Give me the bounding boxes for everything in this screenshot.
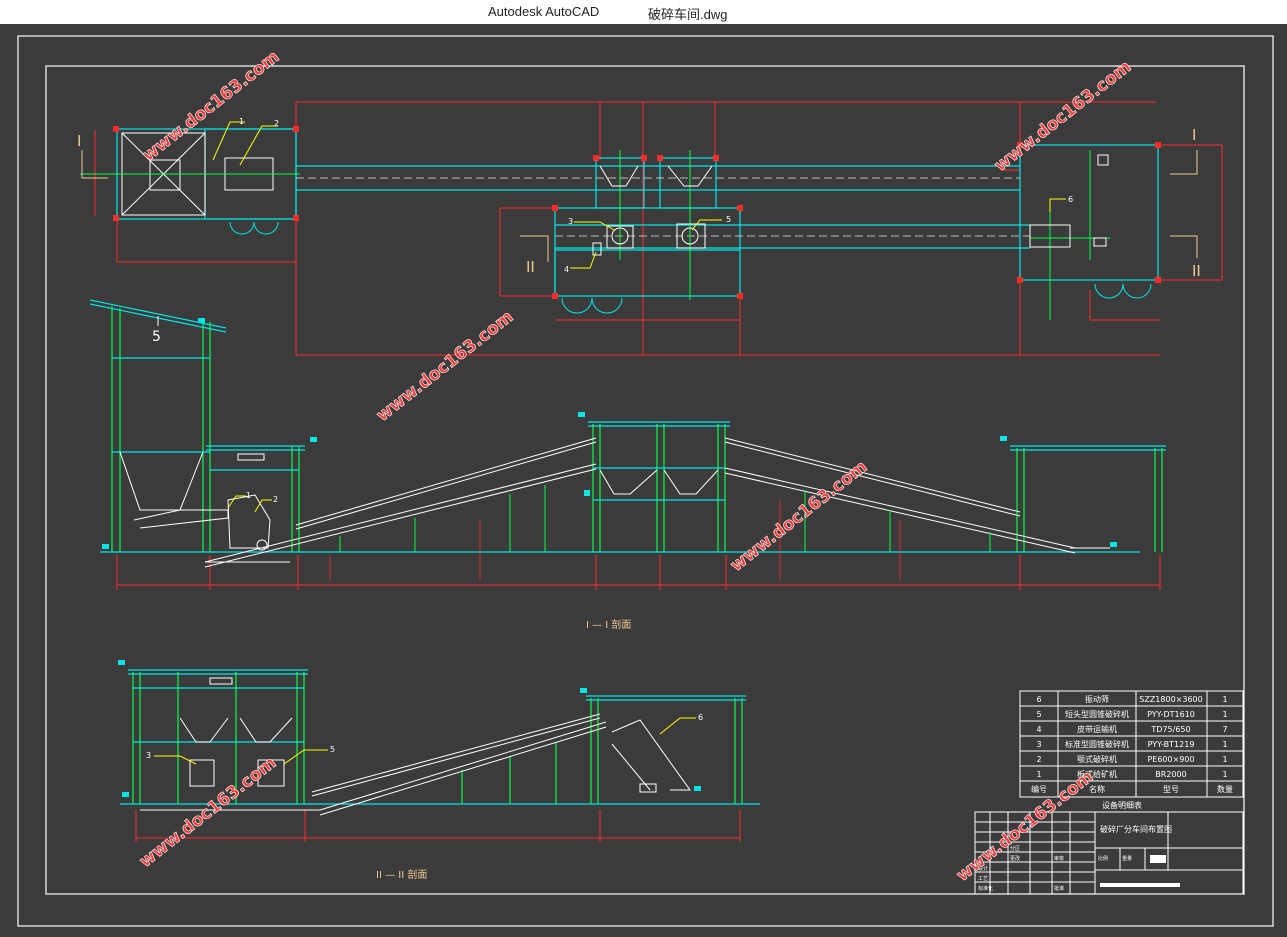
plan-callout-4: 4 bbox=[564, 265, 569, 274]
title-cell-9: 重量 bbox=[1122, 855, 1132, 862]
table-row-qty: 1 bbox=[1222, 695, 1227, 704]
table-row-qty: 7 bbox=[1222, 725, 1227, 734]
table-row-no: 2 bbox=[1036, 755, 1041, 764]
table-row-model: PYY-DT1610 bbox=[1147, 710, 1195, 719]
title-cell-8: 比例 bbox=[1098, 855, 1108, 862]
section-marker-ii-left: II bbox=[526, 258, 535, 276]
plan-callout-3: 3 bbox=[568, 217, 573, 226]
title-cell-7: 批准 bbox=[1054, 885, 1064, 892]
table-row-no: 1 bbox=[1036, 770, 1041, 779]
table-row-no: 5 bbox=[1036, 710, 1041, 719]
section-ii-callout-5: 5 bbox=[330, 745, 335, 754]
table-header-qty: 数量 bbox=[1217, 784, 1233, 794]
section-i-callout-1: 1 bbox=[246, 491, 251, 500]
plan-callout-5: 5 bbox=[726, 215, 731, 224]
table-row-qty: 1 bbox=[1222, 770, 1227, 779]
section-marker-ii-right: II bbox=[1192, 262, 1201, 280]
title-cell-4: 审核 bbox=[1054, 855, 1064, 862]
section-ii-callout-6: 6 bbox=[698, 713, 703, 722]
table-row-qty: 1 bbox=[1222, 740, 1227, 749]
table-header-model: 型号 bbox=[1163, 785, 1179, 794]
title-cell-2: 更改 bbox=[1010, 855, 1020, 862]
table-row-model: TD75/650 bbox=[1150, 725, 1190, 734]
table-row-name: 颚式破碎机 bbox=[1077, 754, 1117, 764]
title-cell-5: 工艺 bbox=[978, 876, 988, 882]
table-row-no: 3 bbox=[1036, 740, 1041, 749]
section-ii-title: II — II 剖面 bbox=[376, 868, 427, 881]
title-cell-6: 标准化 bbox=[978, 885, 993, 892]
table-row-name: 振动筛 bbox=[1085, 694, 1109, 704]
table-row-qty: 1 bbox=[1222, 710, 1227, 719]
title-block-fill bbox=[1150, 855, 1166, 863]
plan-callout-2: 2 bbox=[274, 119, 279, 128]
section-marker-i-right: I bbox=[1192, 126, 1196, 144]
drawing-canvas[interactable]: I I II II 1 2 3 4 5 6 5 1 2 I — I 剖面 3 5… bbox=[0, 24, 1287, 937]
plan-callout-6: 6 bbox=[1068, 195, 1073, 204]
section-marker-i-left: I bbox=[77, 132, 81, 150]
drawing-title: 破碎厂分车间布置图 bbox=[1100, 824, 1172, 834]
table-header-no: 编号 bbox=[1031, 784, 1047, 794]
table-title: 设备明细表 bbox=[1102, 800, 1142, 810]
app-title: Autodesk AutoCAD bbox=[488, 4, 600, 19]
table-row-qty: 1 bbox=[1222, 755, 1227, 764]
plan-callout-1: 1 bbox=[239, 117, 244, 126]
table-row-name: 短头型圆锥破碎机 bbox=[1065, 709, 1129, 719]
table-row-model: PE600×900 bbox=[1147, 755, 1194, 764]
table-row-model: SZZ1800×3600 bbox=[1139, 695, 1202, 704]
title-block-bar bbox=[1100, 883, 1180, 887]
table-row-no: 6 bbox=[1036, 695, 1041, 704]
section-i-title: I — I 剖面 bbox=[586, 618, 631, 631]
table-row-no: 4 bbox=[1036, 725, 1041, 734]
table-row-name: 标准型圆锥破碎机 bbox=[1065, 739, 1129, 749]
table-row-name: 皮带运输机 bbox=[1077, 724, 1117, 734]
table-row-model: BR2000 bbox=[1155, 770, 1186, 779]
hook-number: 5 bbox=[152, 329, 161, 345]
window-title-bar: Autodesk AutoCAD 破碎车间.dwg bbox=[0, 0, 1287, 24]
section-ii-callout-3: 3 bbox=[146, 751, 151, 760]
file-name: 破碎车间.dwg bbox=[648, 7, 728, 22]
section-i-callout-2: 2 bbox=[273, 495, 278, 504]
table-row-model: PYY-BT1219 bbox=[1148, 740, 1195, 749]
